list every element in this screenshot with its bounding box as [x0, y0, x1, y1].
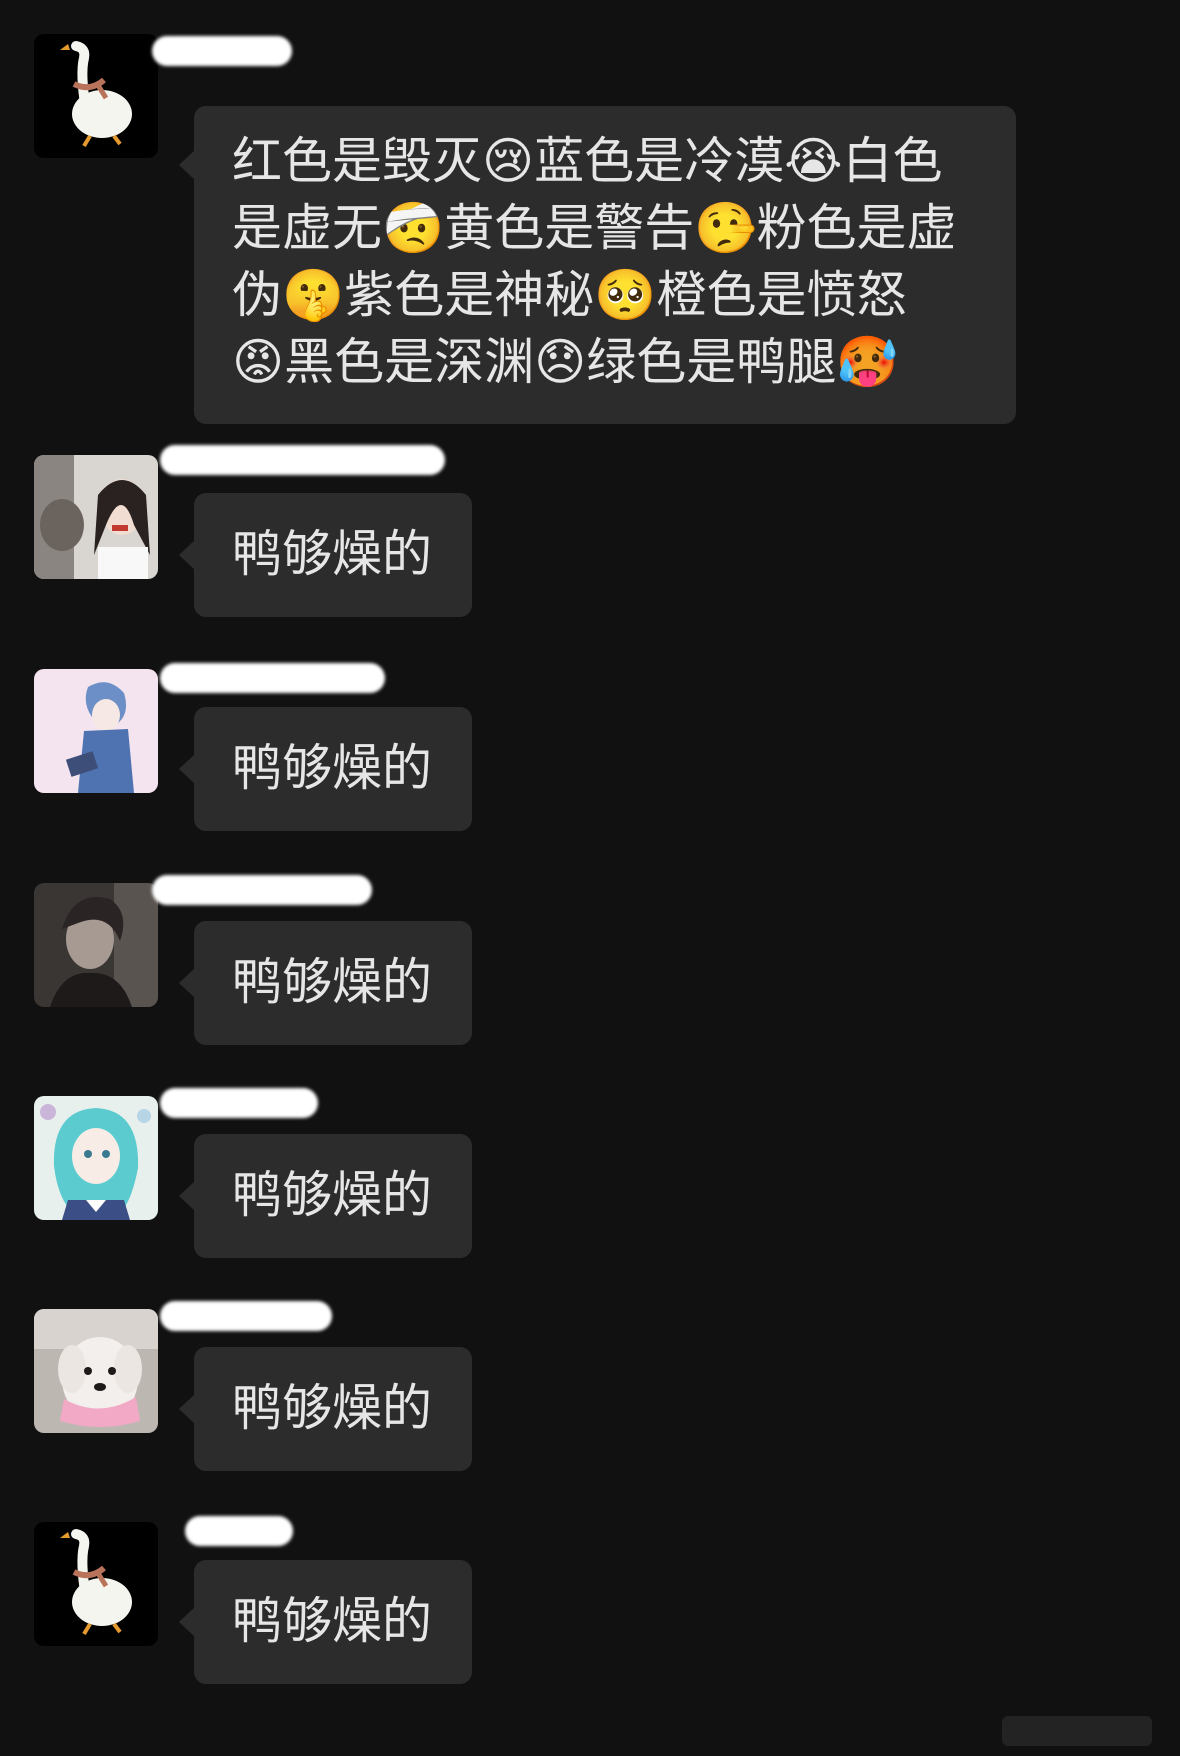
goose-avatar[interactable] — [34, 34, 158, 158]
message-bubble[interactable]: 鸭够燥的 — [179, 1134, 472, 1258]
message-text-line: 😡黑色是深渊😞绿色是鸭腿🥵 — [232, 333, 899, 391]
message-bubble[interactable]: 鸭够燥的 — [179, 1560, 472, 1684]
sender-nickname-redacted — [160, 1088, 318, 1118]
message-bubble[interactable]: 鸭够燥的 — [179, 707, 472, 831]
chat-history[interactable]: 红色是毁灭😢蓝色是冷漠😭白色 是虚无🤕黄色是警告🤥粉色是虚 伪🤫紫色是神秘🥺橙色… — [0, 0, 1180, 1756]
message-text: 鸭够燥的 — [232, 1166, 432, 1224]
message-text-line: 红色是毁灭😢蓝色是冷漠😭白色 — [232, 132, 943, 190]
message-text-line: 伪🤫紫色是神秘🥺橙色是愤怒 — [232, 266, 907, 324]
dark-photo-avatar[interactable] — [34, 883, 158, 1007]
message-text-line: 是虚无🤕黄色是警告🤥粉色是虚 — [232, 199, 957, 257]
message-text: 鸭够燥的 — [232, 1379, 432, 1437]
message-bubble[interactable]: 红色是毁灭😢蓝色是冷漠😭白色 是虚无🤕黄色是警告🤥粉色是虚 伪🤫紫色是神秘🥺橙色… — [179, 106, 1016, 424]
message-bubble[interactable]: 鸭够燥的 — [179, 493, 472, 617]
message-bubble[interactable]: 鸭够燥的 — [179, 921, 472, 1045]
sender-nickname-redacted — [185, 1516, 293, 1546]
message-text: 鸭够燥的 — [232, 525, 432, 583]
message-bubble[interactable]: 鸭够燥的 — [179, 1347, 472, 1471]
anime-girl-avatar[interactable] — [34, 1096, 158, 1220]
anime-boy-avatar[interactable] — [34, 669, 158, 793]
watermark-redacted — [1002, 1716, 1152, 1746]
sender-nickname-redacted — [152, 875, 372, 905]
goose-avatar[interactable] — [34, 1522, 158, 1646]
sender-nickname-redacted — [152, 36, 292, 66]
message-text: 鸭够燥的 — [232, 739, 432, 797]
message-text: 鸭够燥的 — [232, 953, 432, 1011]
sender-nickname-redacted — [160, 445, 445, 475]
sender-nickname-redacted — [160, 663, 385, 693]
message-text: 鸭够燥的 — [232, 1592, 432, 1650]
white-dog-avatar[interactable] — [34, 1309, 158, 1433]
girl-with-cat-avatar[interactable] — [34, 455, 158, 579]
sender-nickname-redacted — [160, 1301, 332, 1331]
